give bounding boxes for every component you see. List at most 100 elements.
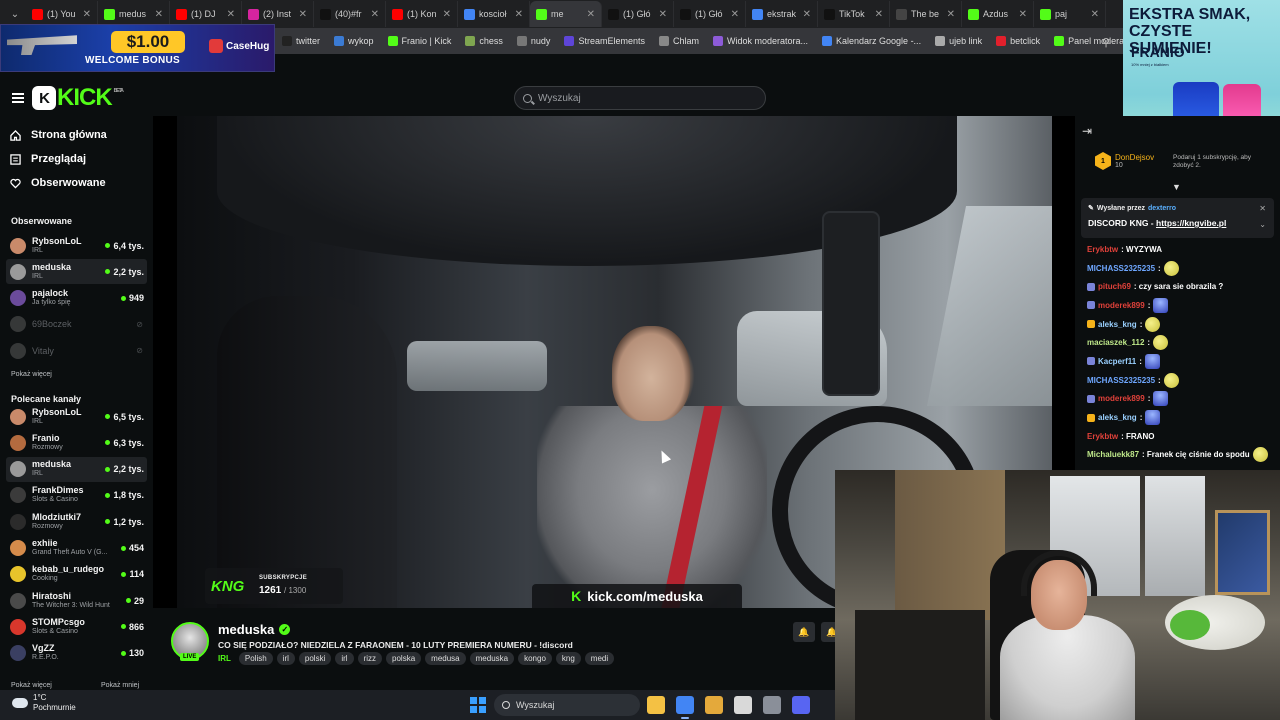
bookmark-item[interactable]: chess: [465, 36, 503, 46]
stream-tag[interactable]: kongo: [518, 652, 552, 665]
stream-tag[interactable]: medusa: [425, 652, 466, 665]
chat-username[interactable]: Kacperf11: [1098, 357, 1136, 366]
chat-username[interactable]: moderek899: [1098, 394, 1145, 403]
chat-username[interactable]: MICHASS2325235: [1087, 264, 1155, 273]
bookmark-item[interactable]: nudy: [516, 36, 550, 46]
stream-tag[interactable]: kng: [555, 652, 581, 665]
app-icon-2[interactable]: [734, 696, 752, 714]
discord-icon[interactable]: [792, 696, 810, 714]
nav-following[interactable]: Obserwowane: [10, 177, 106, 189]
nav-home[interactable]: Strona główna: [10, 129, 107, 141]
tab-close-icon[interactable]: ✕: [731, 9, 739, 20]
stream-category-link[interactable]: IRL: [218, 654, 231, 663]
sidebar-channel[interactable]: meduska IRL 2,2 tys.: [6, 456, 147, 482]
chat-username[interactable]: Erykbtw: [1087, 432, 1118, 441]
browser-tab[interactable]: ekstrak ✕: [746, 1, 818, 27]
sidebar-channel[interactable]: kebab_u_rudego Cooking 114: [6, 562, 147, 587]
sidebar-channel[interactable]: RybsonLoL IRL 6,5 tys.: [6, 404, 147, 429]
browser-tab[interactable]: (1) Głó ✕: [602, 1, 674, 27]
sidebar-channel[interactable]: Mlodziutki7 Rozmowy 1,2 tys.: [6, 509, 147, 534]
chat-username[interactable]: aleks_kng: [1098, 413, 1137, 422]
chat-username[interactable]: Erykbtw: [1087, 245, 1118, 254]
chat-username[interactable]: Michaluekk87: [1087, 450, 1139, 459]
chat-username[interactable]: MICHASS2325235: [1087, 376, 1155, 385]
tab-close-icon[interactable]: ✕: [83, 9, 91, 20]
chat-username[interactable]: pituch69: [1098, 282, 1131, 291]
search-tabs-icon[interactable]: ⚲: [1102, 36, 1110, 49]
sidebar-channel[interactable]: pajalock Ja tylko śpię 949: [6, 286, 147, 311]
browser-tab[interactable]: paj ✕: [1034, 1, 1106, 27]
gift-user[interactable]: DonDejsov: [1115, 153, 1154, 162]
sidebar-channel[interactable]: Hiratoshi The Witcher 3: Wild Hunt 29: [6, 588, 147, 613]
pinned-user[interactable]: dexterro: [1148, 205, 1176, 212]
unpin-icon[interactable]: ✕: [1259, 204, 1266, 213]
chat-username[interactable]: moderek899: [1098, 301, 1145, 310]
sidebar-channel[interactable]: Vitaly ⊘: [6, 338, 147, 363]
collapse-chat-icon[interactable]: ⇥: [1082, 124, 1092, 138]
sidebar-channel[interactable]: FrankDimes Slots & Casino 1,8 tys.: [6, 483, 147, 508]
stream-tag[interactable]: rizz: [357, 652, 383, 665]
bookmark-item[interactable]: ujeb link: [935, 36, 982, 46]
notification-bell-icon[interactable]: 🔔: [793, 622, 815, 642]
chat-username[interactable]: aleks_kng: [1098, 320, 1137, 329]
followed-show-more[interactable]: Pokaż więcej: [11, 371, 52, 378]
tab-close-icon[interactable]: ✕: [371, 9, 379, 20]
settings-icon[interactable]: [763, 696, 781, 714]
stream-tag[interactable]: polska: [386, 652, 422, 665]
recommended-show-less[interactable]: Pokaż mniej: [101, 682, 139, 689]
browser-tab[interactable]: (1) Głó ✕: [674, 1, 746, 27]
tab-close-icon[interactable]: ✕: [659, 9, 667, 20]
tab-close-icon[interactable]: ✕: [803, 9, 811, 20]
bookmark-item[interactable]: betclick: [996, 36, 1040, 46]
bookmark-item[interactable]: Widok moderatora...: [712, 36, 808, 46]
chrome-icon[interactable]: [676, 696, 694, 719]
pinned-link[interactable]: https://kngvibe.pl: [1156, 218, 1226, 228]
sidebar-channel[interactable]: STOMPcsgo Slots & Casino 866: [6, 614, 147, 639]
file-explorer-icon[interactable]: [647, 696, 665, 714]
bookmark-item[interactable]: Franio | Kick: [387, 36, 451, 46]
tab-close-icon[interactable]: ✕: [155, 9, 163, 20]
tab-close-icon[interactable]: ✕: [947, 9, 955, 20]
bookmark-item[interactable]: wykop: [334, 36, 374, 46]
kick-search-input[interactable]: Wyszukaj: [514, 86, 766, 110]
tab-close-icon[interactable]: ✕: [1019, 9, 1027, 20]
browser-tab[interactable]: TikTok ✕: [818, 1, 890, 27]
sidebar-channel[interactable]: VgZZ R.E.P.O. 130: [6, 641, 147, 666]
tab-close-icon[interactable]: ✕: [443, 9, 451, 20]
recommended-show-more[interactable]: Pokaż więcej: [11, 682, 52, 689]
browser-tab[interactable]: koscioł ✕: [458, 1, 530, 27]
menu-hamburger-icon[interactable]: [12, 93, 24, 103]
stream-tag[interactable]: Polish: [238, 652, 273, 665]
ad-banner-casehug[interactable]: $1.00 WELCOME BONUS CaseHug: [0, 24, 275, 72]
expand-pinned-icon[interactable]: ⌄: [1259, 220, 1266, 229]
gift-subscription-cta[interactable]: Podaruj 1 subskrypcję, aby zdobyć 2.: [1173, 154, 1273, 170]
app-icon[interactable]: [705, 696, 723, 714]
tab-close-icon[interactable]: ✕: [227, 9, 235, 20]
bookmark-item[interactable]: StreamElements: [564, 36, 645, 46]
sidebar-channel[interactable]: RybsonLoL IRL 6,4 tys.: [6, 233, 147, 258]
tab-close-icon[interactable]: ✕: [299, 9, 307, 20]
tab-close-icon[interactable]: ✕: [587, 9, 595, 20]
chat-username[interactable]: maciaszek_112: [1087, 338, 1144, 347]
stream-tag[interactable]: irl: [276, 652, 295, 665]
channel-name[interactable]: meduska ✓: [218, 622, 291, 637]
tab-close-icon[interactable]: ✕: [875, 9, 883, 20]
sidebar-channel[interactable]: meduska IRL 2,2 tys.: [6, 259, 147, 285]
pinned-toggle-icon[interactable]: ▼: [1172, 182, 1181, 192]
kick-logo[interactable]: K KICK BETA: [32, 84, 124, 112]
stream-tag[interactable]: polski: [298, 652, 332, 665]
stream-tag[interactable]: meduska: [469, 652, 515, 665]
browser-tab[interactable]: Azdus ✕: [962, 1, 1034, 27]
browser-tab[interactable]: (1) Kon ✕: [386, 1, 458, 27]
browser-tab[interactable]: me ✕: [530, 1, 602, 27]
tab-search-chevron-icon[interactable]: ⌄: [4, 3, 26, 25]
sidebar-channel[interactable]: Franio Rozmowy 6,3 tys.: [6, 430, 147, 455]
browser-tab[interactable]: (40)#fr ✕: [314, 1, 386, 27]
stream-tag[interactable]: medi: [584, 652, 615, 665]
tab-close-icon[interactable]: ✕: [1091, 9, 1099, 20]
tab-close-icon[interactable]: ✕: [515, 9, 523, 20]
bookmark-item[interactable]: Chlam: [658, 36, 699, 46]
stream-tag[interactable]: irl: [335, 652, 354, 665]
sidebar-channel[interactable]: 69Boczek ⊘: [6, 312, 147, 337]
bookmark-item[interactable]: Kalendarz Google -...: [822, 36, 921, 46]
